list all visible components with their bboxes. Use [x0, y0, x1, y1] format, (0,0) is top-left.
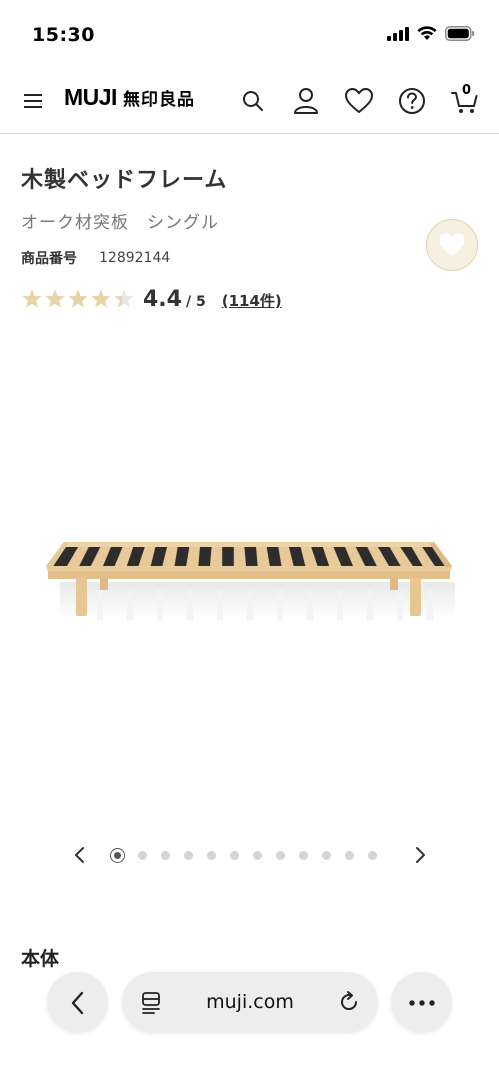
product-variant: オーク材突板 シングル: [21, 213, 219, 233]
carousel-dot[interactable]: [322, 851, 331, 860]
wifi-icon: [417, 26, 437, 40]
review-count-link[interactable]: (114件): [222, 290, 282, 311]
brand-jp: 無印良品: [122, 90, 195, 110]
site-header: MUJI 無印良品 0: [0, 70, 499, 134]
image-carousel-controls: [0, 840, 499, 870]
browser-toolbar: muji.com: [0, 962, 499, 1080]
product-title: 木製ベッドフレーム: [21, 168, 228, 193]
star-icon: [68, 289, 88, 308]
search-icon[interactable]: [238, 86, 268, 116]
menu-icon[interactable]: [22, 90, 46, 112]
cellular-signal-icon: [387, 26, 409, 41]
favorites-heart-icon[interactable]: [344, 86, 374, 116]
carousel-dot[interactable]: [138, 851, 147, 860]
add-to-favorites-button[interactable]: [426, 219, 478, 271]
star-icon: [22, 289, 42, 308]
help-icon[interactable]: [397, 86, 427, 116]
address-bar[interactable]: muji.com: [122, 972, 378, 1033]
carousel-dot[interactable]: [345, 851, 354, 860]
cart-count: 0: [462, 83, 472, 98]
rating-stars: [21, 288, 135, 310]
status-time: 15:30: [32, 24, 95, 46]
chevron-left-icon: [71, 991, 83, 1014]
rating-row: 4.4 / 5 (114件): [21, 284, 282, 312]
heart-icon: [439, 233, 465, 257]
product-image[interactable]: [40, 520, 460, 630]
more-options-button[interactable]: [391, 972, 452, 1033]
sku-label: 商品番号: [21, 251, 77, 267]
carousel-dot[interactable]: [276, 851, 285, 860]
carousel-dot[interactable]: [368, 851, 377, 860]
chevron-right-icon: [416, 847, 425, 863]
sku-row: 商品番号 12892144: [21, 248, 170, 268]
battery-icon: [445, 26, 475, 41]
carousel-next-button[interactable]: [410, 844, 430, 866]
star-icon: [45, 289, 65, 308]
account-icon[interactable]: [291, 86, 321, 116]
carousel-dot[interactable]: [253, 851, 262, 860]
ellipsis-icon: [408, 999, 435, 1006]
status-icons: [387, 26, 475, 41]
chevron-left-icon: [75, 847, 84, 863]
carousel-dot-active[interactable]: [111, 849, 124, 862]
brand-logo[interactable]: MUJI 無印良品: [64, 84, 195, 111]
carousel-dots: [111, 849, 377, 862]
star-icon: [91, 289, 111, 308]
star-icon: [114, 289, 134, 308]
brand-latin: MUJI: [64, 84, 117, 110]
carousel-dot[interactable]: [299, 851, 308, 860]
cart-icon[interactable]: 0: [450, 83, 480, 116]
reload-icon[interactable]: [336, 989, 362, 1015]
sku-value: 12892144: [99, 250, 171, 266]
status-bar: 15:30: [0, 0, 499, 62]
carousel-dot[interactable]: [207, 851, 216, 860]
carousel-dot[interactable]: [230, 851, 239, 860]
carousel-dot[interactable]: [161, 851, 170, 860]
carousel-dot[interactable]: [184, 851, 193, 860]
browser-back-button[interactable]: [47, 972, 108, 1033]
rating-value: 4.4: [143, 287, 182, 312]
carousel-prev-button[interactable]: [70, 844, 90, 866]
rating-max: / 5: [185, 294, 206, 310]
